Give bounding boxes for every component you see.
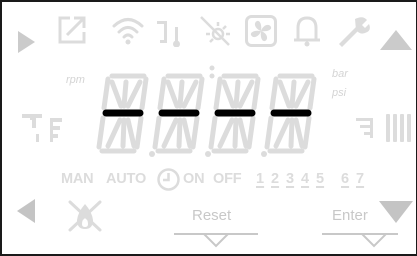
day-number-2: 2 [271,171,280,187]
day-number-6: 6 [341,171,350,187]
radiator-icon [386,114,411,142]
day-number-1: 1 [256,171,265,187]
external-link-icon [58,16,86,44]
arrow-left-icon[interactable] [16,198,36,224]
unit-bar-label: bar [332,68,348,80]
faucet-icon [22,114,62,142]
flame-off-icon [68,200,102,232]
day-number-3: 3 [286,171,295,187]
play-right-icon[interactable] [16,30,36,54]
day-number-4: 4 [301,171,310,187]
seven-segment-display [96,65,326,157]
digit-1 [99,76,146,151]
wifi-icon [112,18,144,45]
clock-icon [157,168,180,191]
mode-on-label: ON [183,171,205,187]
fan-icon [245,15,277,47]
mode-off-label: OFF [213,171,242,187]
bell-icon [294,16,320,47]
enter-button[interactable] [320,229,400,249]
heating-indicator-icon [356,118,373,138]
unit-rpm-label: rpm [66,74,85,86]
digit-2 [155,76,202,151]
wrench-icon [339,17,370,47]
reset-softkey-label: Reset [192,207,232,224]
boiler-lcd-panel: rpm bar psi MAN AUTO ON OFF 1 2 3 4 5 6 … [0,0,417,256]
tap-icon [157,21,180,47]
reset-button[interactable] [172,229,260,249]
digit-3 [211,76,258,151]
digit-4 [267,76,314,151]
sun-off-icon [200,16,230,46]
day-number-7: 7 [356,171,365,187]
arrow-down-icon[interactable] [378,200,414,224]
mode-man-label: MAN [61,171,94,187]
unit-psi-label: psi [332,87,347,99]
enter-softkey-label: Enter [332,207,368,224]
arrow-up-icon[interactable] [379,29,413,51]
day-number-5: 5 [316,171,325,187]
mode-auto-label: AUTO [106,171,147,187]
